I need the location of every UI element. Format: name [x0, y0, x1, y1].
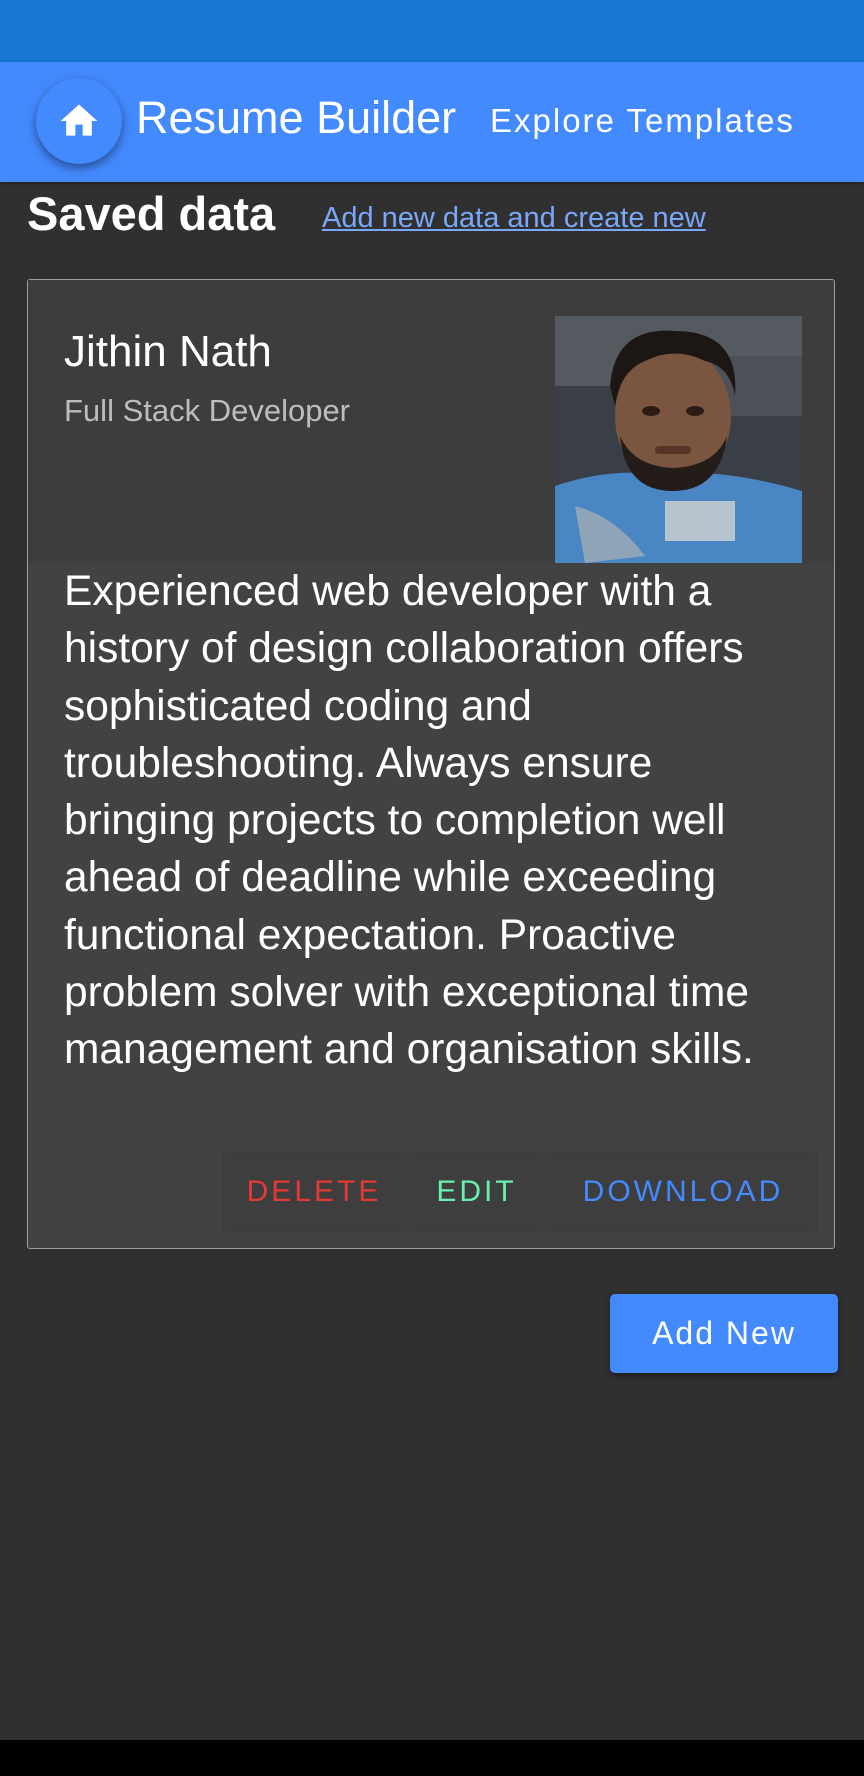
card-header: Jithin Nath Full Stack Developer	[28, 280, 833, 563]
edit-button[interactable]: EDIT	[408, 1153, 545, 1231]
app-title: Resume Builder	[136, 92, 457, 143]
resume-summary: Experienced web developer with a history…	[64, 568, 754, 1074]
person-role: Full Stack Developer	[64, 393, 351, 428]
delete-button[interactable]: DELETE	[224, 1153, 404, 1231]
home-icon	[60, 104, 98, 136]
add-new-data-link[interactable]: Add new data and create new	[322, 202, 706, 235]
add-new-button[interactable]: Add New	[610, 1294, 838, 1373]
profile-photo	[555, 316, 802, 563]
page-title: Saved data	[27, 187, 276, 240]
explore-templates-link[interactable]: Explore Templates	[490, 102, 795, 140]
card-actions: DELETE EDIT DOWNLOAD	[224, 1153, 821, 1231]
download-button[interactable]: DOWNLOAD	[549, 1153, 817, 1231]
resume-card[interactable]: Jithin Nath Full Stack Developer Experie…	[27, 279, 835, 1249]
person-name: Jithin Nath	[64, 327, 272, 376]
navigation-bar	[0, 1740, 864, 1776]
status-bar	[0, 0, 864, 62]
home-button[interactable]	[36, 78, 122, 164]
app-bar: Resume Builder Explore Templates	[0, 62, 864, 182]
